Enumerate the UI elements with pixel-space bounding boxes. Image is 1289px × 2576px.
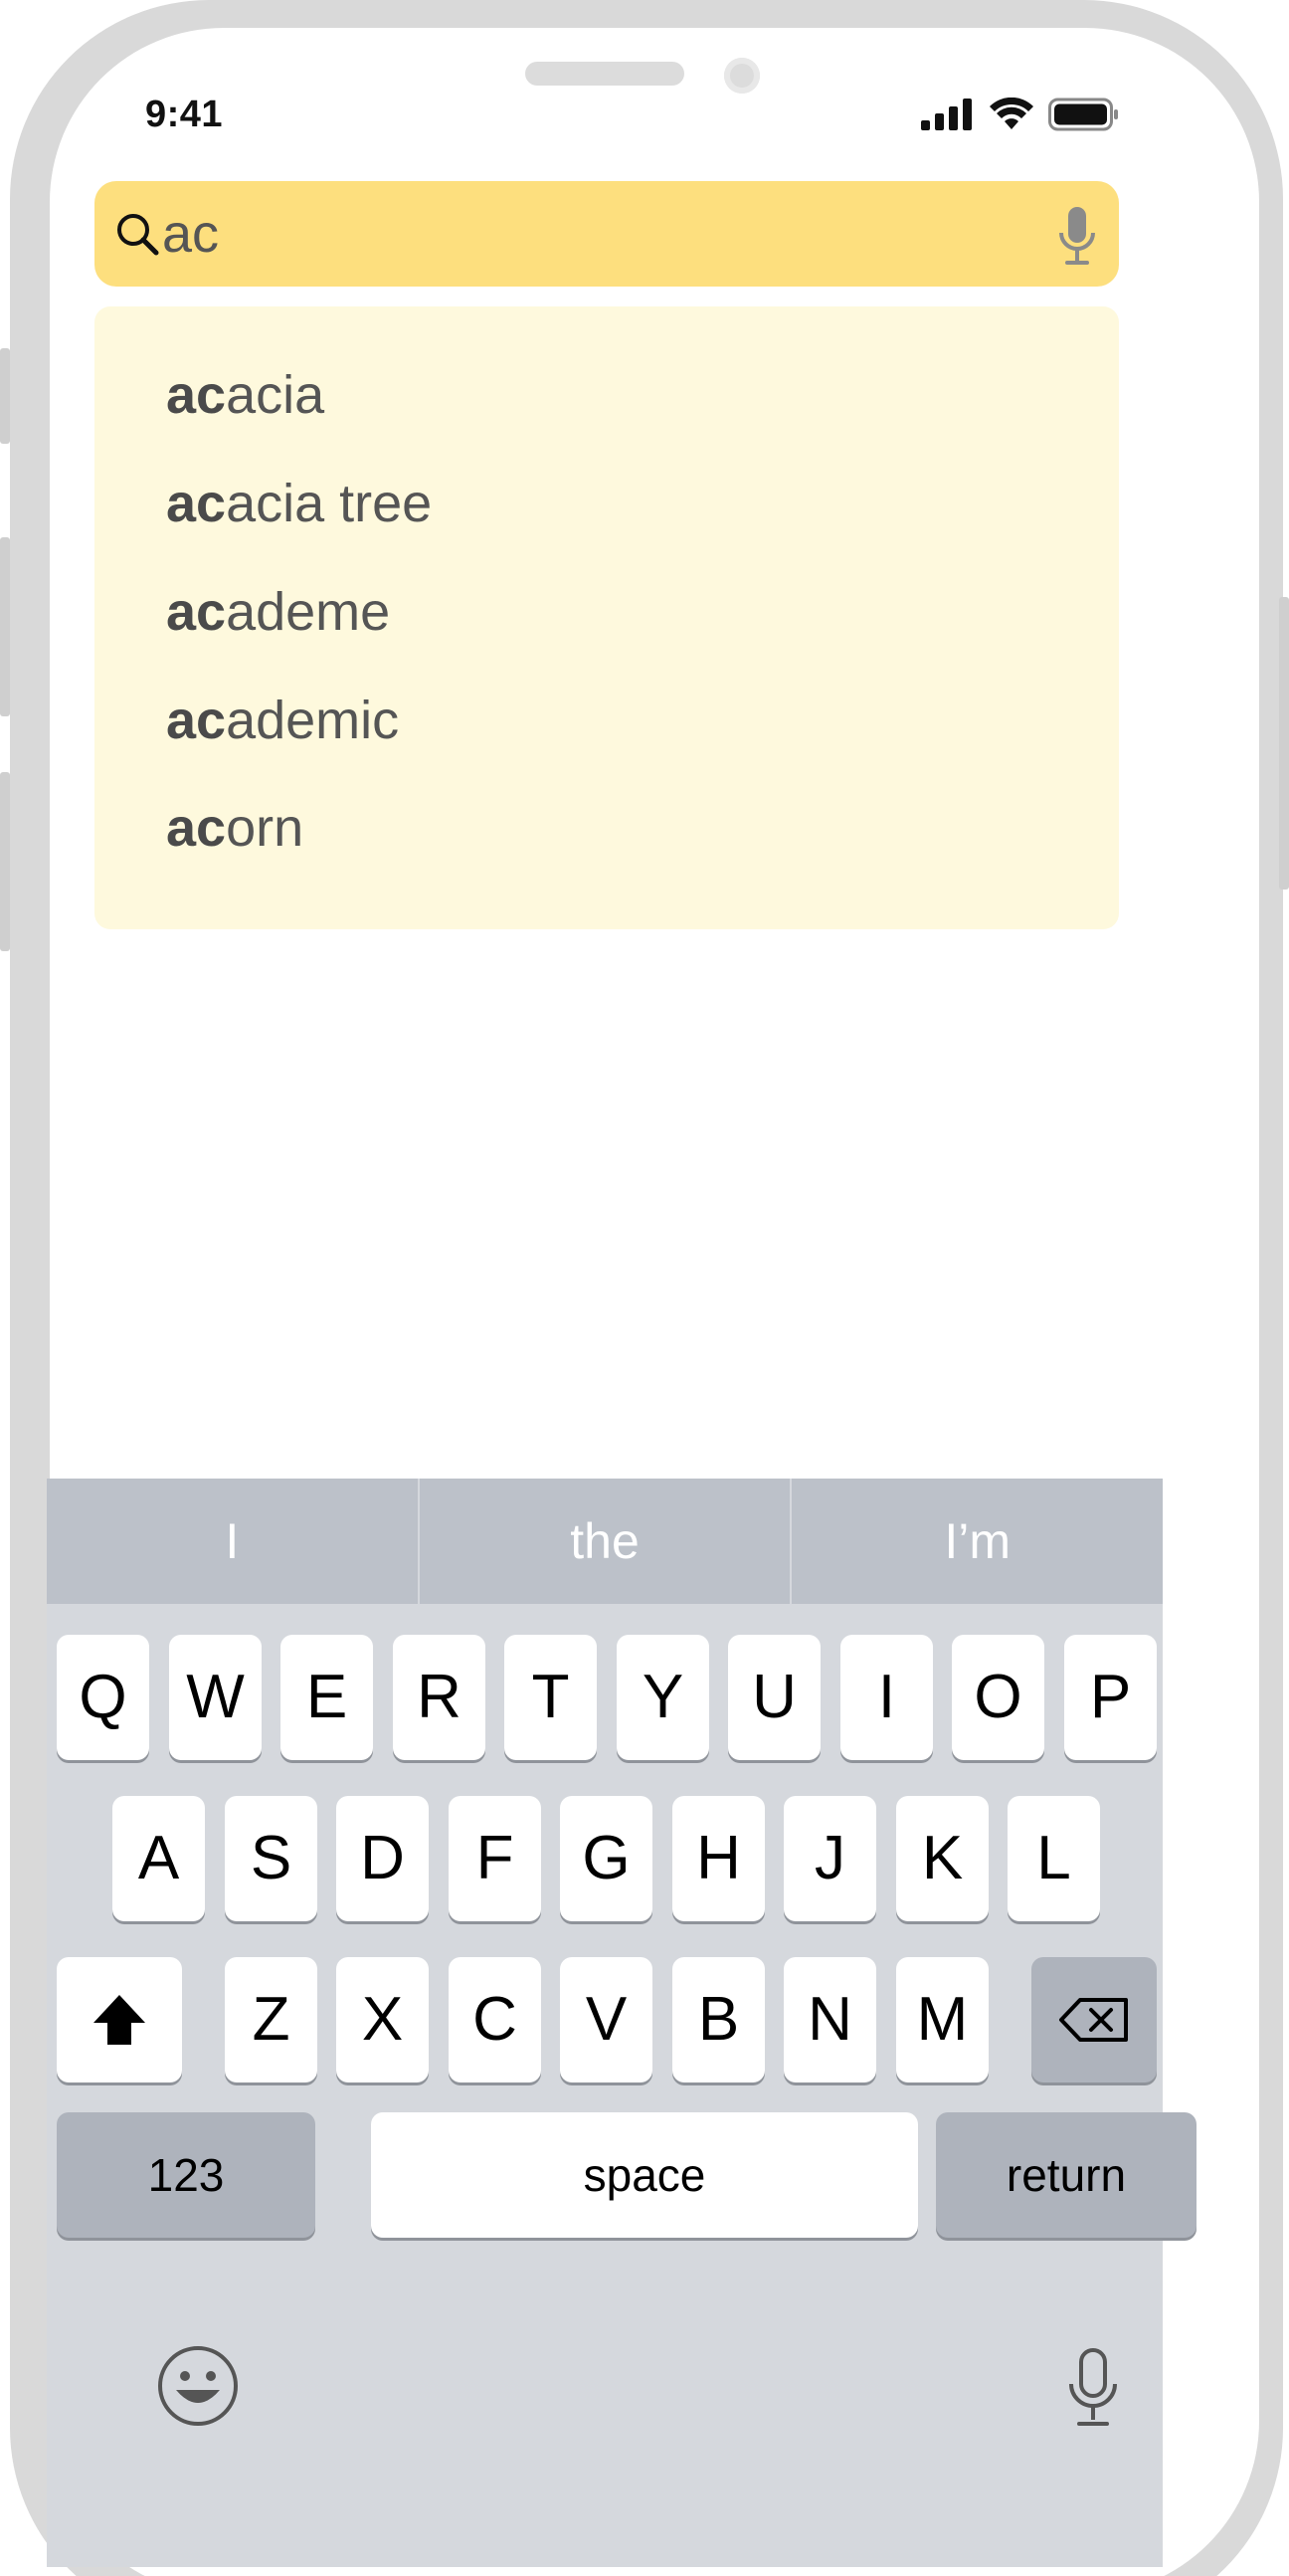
emoji-icon[interactable] <box>156 2344 240 2428</box>
backspace-icon <box>1059 1998 1128 2042</box>
key-a[interactable]: A <box>112 1796 205 1921</box>
key-n[interactable]: N <box>784 1957 876 2082</box>
keyboard: I the I’m Q W E R T Y U I O P A S D F G … <box>47 1479 1197 2567</box>
volume-up-button <box>0 537 10 716</box>
suggestion-item[interactable]: acacia <box>166 355 324 435</box>
prediction-item[interactable]: I <box>47 1479 420 1604</box>
suggestion-rest: acia tree <box>226 474 433 533</box>
prediction-item[interactable]: I’m <box>792 1479 1163 1604</box>
battery-icon <box>1048 98 1118 131</box>
earpiece-speaker <box>525 62 684 86</box>
key-f[interactable]: F <box>449 1796 541 1921</box>
numbers-key[interactable]: 123 <box>57 2112 315 2238</box>
key-p[interactable]: P <box>1064 1635 1157 1760</box>
power-button <box>1279 597 1289 890</box>
status-icons <box>921 98 1120 131</box>
suggestion-match: ac <box>166 474 227 533</box>
volume-down-button <box>0 772 10 951</box>
suggestion-match: ac <box>166 798 227 858</box>
search-bar[interactable] <box>94 181 1119 287</box>
key-i[interactable]: I <box>840 1635 933 1760</box>
shift-icon <box>93 1995 145 2045</box>
key-m[interactable]: M <box>896 1957 989 2082</box>
signal-icon <box>921 99 972 130</box>
shift-key[interactable] <box>57 1957 182 2082</box>
key-q[interactable]: Q <box>57 1635 149 1760</box>
key-d[interactable]: D <box>336 1796 429 1921</box>
wifi-icon <box>990 98 1033 129</box>
suggestion-item[interactable]: academe <box>166 572 390 652</box>
key-k[interactable]: K <box>896 1796 989 1921</box>
key-y[interactable]: Y <box>617 1635 709 1760</box>
key-o[interactable]: O <box>952 1635 1044 1760</box>
key-c[interactable]: C <box>449 1957 541 2082</box>
suggestion-item[interactable]: academic <box>166 681 399 760</box>
space-key[interactable]: space <box>371 2112 918 2238</box>
key-x[interactable]: X <box>336 1957 429 2082</box>
front-camera <box>724 58 760 94</box>
suggestion-rest: ademe <box>226 582 391 642</box>
return-key[interactable]: return <box>936 2112 1197 2238</box>
key-h[interactable]: H <box>672 1796 765 1921</box>
backspace-key[interactable] <box>1031 1957 1157 2082</box>
suggestion-rest: ademic <box>226 691 400 750</box>
prediction-item[interactable]: the <box>420 1479 793 1604</box>
suggestion-match: ac <box>166 365 227 425</box>
suggestion-item[interactable]: acacia tree <box>166 464 432 543</box>
key-u[interactable]: U <box>728 1635 821 1760</box>
predictive-text-bar: I the I’m <box>47 1479 1163 1604</box>
silent-switch <box>0 348 10 444</box>
key-r[interactable]: R <box>393 1635 485 1760</box>
suggestion-rest: orn <box>226 798 304 858</box>
search-input[interactable] <box>162 181 1037 287</box>
key-w[interactable]: W <box>169 1635 262 1760</box>
key-t[interactable]: T <box>504 1635 597 1760</box>
suggestion-match: ac <box>166 582 227 642</box>
suggestion-item[interactable]: acorn <box>166 788 303 868</box>
suggestion-rest: acia <box>226 365 325 425</box>
key-e[interactable]: E <box>280 1635 373 1760</box>
key-b[interactable]: B <box>672 1957 765 2082</box>
suggestion-match: ac <box>166 691 227 750</box>
key-v[interactable]: V <box>560 1957 652 2082</box>
search-icon <box>117 214 159 256</box>
key-z[interactable]: Z <box>225 1957 317 2082</box>
key-s[interactable]: S <box>225 1796 317 1921</box>
suggestions-list: acacia acacia tree academe academic acor… <box>94 306 1119 929</box>
dictation-mic-icon[interactable] <box>1067 2348 1119 2428</box>
status-time: 9:41 <box>145 94 224 135</box>
key-j[interactable]: J <box>784 1796 876 1921</box>
microphone-icon[interactable] <box>1057 205 1097 267</box>
key-l[interactable]: L <box>1008 1796 1100 1921</box>
key-g[interactable]: G <box>560 1796 652 1921</box>
